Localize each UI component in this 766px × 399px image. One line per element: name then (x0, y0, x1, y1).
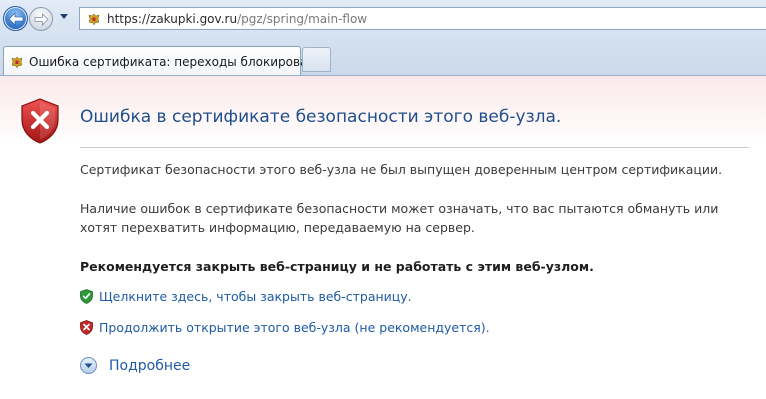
error-shield-icon (21, 98, 59, 144)
title-divider (80, 147, 749, 148)
tab-strip: Ошибка сертификата: переходы блокированы (0, 45, 766, 76)
chevron-down-icon[interactable] (60, 14, 68, 19)
expand-chevron-icon (80, 357, 97, 374)
certificate-error-page: Ошибка в сертификате безопасности этого … (0, 76, 766, 399)
more-information-toggle[interactable]: Подробнее (80, 357, 190, 374)
close-page-link[interactable]: Щелкните здесь, чтобы закрыть веб-страни… (80, 289, 412, 304)
url-text[interactable]: https://zakupki.gov.ru/pgz/spring/main-f… (107, 12, 367, 26)
tab-active[interactable]: Ошибка сертификата: переходы блокированы (3, 46, 325, 76)
continue-to-site-link[interactable]: Продолжить открытие этого веб-узла (не р… (80, 320, 490, 335)
page-title: Ошибка в сертификате безопасности этого … (80, 107, 562, 127)
tab-label: Ошибка сертификата: переходы блокированы (29, 54, 325, 69)
close-page-label[interactable]: Щелкните здесь, чтобы закрыть веб-страни… (99, 289, 412, 304)
url-host: https://zakupki.gov.ru (107, 11, 238, 26)
back-arrow-icon (8, 11, 23, 26)
recommendation-text: Рекомендуется закрыть веб-страницу и не … (80, 259, 594, 274)
forward-arrow-icon (34, 12, 49, 26)
red-shield-icon (80, 320, 93, 335)
address-bar[interactable]: https://zakupki.gov.ru/pgz/spring/main-f… (79, 7, 766, 30)
risk-description: Наличие ошибок в сертификате безопасност… (80, 201, 719, 235)
forward-button[interactable] (29, 7, 53, 31)
error-description: Сертификат безопасности этого веб-узла н… (80, 162, 723, 177)
more-information-label[interactable]: Подробнее (109, 358, 190, 374)
coat-of-arms-icon (10, 54, 24, 70)
url-path: /pgz/spring/main-flow (237, 11, 368, 26)
continue-to-site-label[interactable]: Продолжить открытие этого веб-узла (не р… (99, 320, 490, 335)
coat-of-arms-icon (86, 11, 102, 27)
green-shield-icon (80, 289, 93, 304)
new-tab-button[interactable] (302, 47, 331, 72)
back-button[interactable] (3, 6, 28, 31)
browser-chrome: https://zakupki.gov.ru/pgz/spring/main-f… (0, 0, 766, 76)
